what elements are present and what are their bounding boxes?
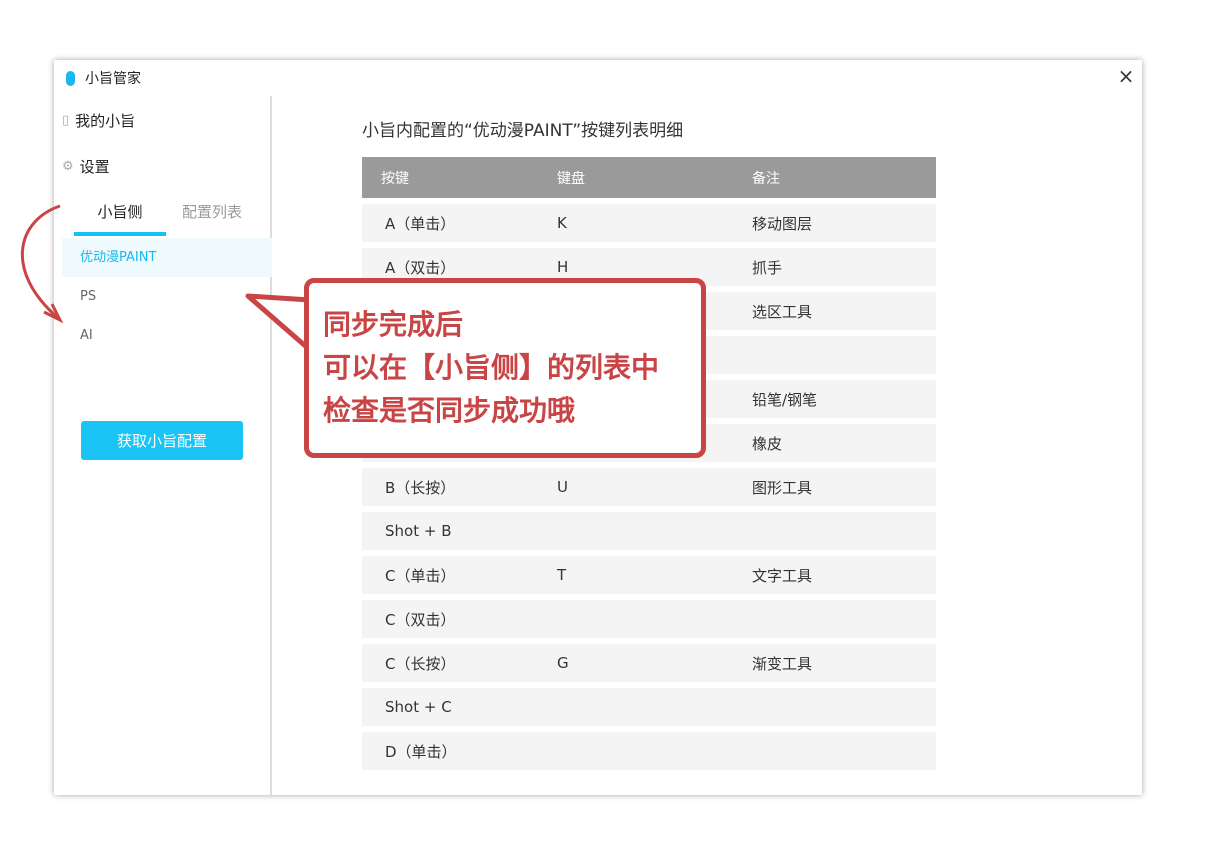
table-row: B（长按） U 图形工具 bbox=[362, 468, 936, 506]
list-item[interactable]: 优动漫PAINT bbox=[62, 238, 272, 277]
page-title: 小旨内配置的“优动漫PAINT”按键列表明细 bbox=[362, 121, 684, 141]
table-row: A（单击） K 移动图层 bbox=[362, 204, 936, 242]
table-cell: 文字工具 bbox=[752, 566, 813, 585]
callout-box: 同步完成后 可以在【小旨侧】的列表中 检查是否同步成功哦 bbox=[304, 278, 706, 458]
table-cell: 渐变工具 bbox=[752, 654, 813, 673]
curved-arrow-icon bbox=[20, 204, 64, 324]
nav-settings[interactable]: ⚙ 设置 bbox=[62, 156, 110, 177]
column-header: 键盘 bbox=[557, 170, 585, 187]
table-row: C（双击） bbox=[362, 600, 936, 638]
table-cell: H bbox=[557, 258, 569, 276]
table-cell: 选区工具 bbox=[752, 302, 813, 321]
table-cell: 移动图层 bbox=[752, 214, 813, 233]
sidebar: ▯ 我的小旨 ⚙ 设置 小旨侧 配置列表 优动漫PAINT PS AI 获取小旨配置 bbox=[54, 96, 272, 795]
key-table: 按键 键盘 备注 A（单击） K 移动图层 A（双击） H 抓手选区工具铅笔/钢笔橡皮 B（… bbox=[362, 157, 936, 770]
column-header: 备注 bbox=[752, 170, 780, 187]
table-cell: D（单击） bbox=[385, 742, 457, 761]
nav-my-device[interactable]: ▯ 我的小旨 bbox=[62, 110, 135, 131]
table-header: 按键 键盘 备注 bbox=[362, 157, 936, 198]
table-cell: C（单击） bbox=[385, 566, 456, 585]
close-button[interactable]: × bbox=[1114, 64, 1138, 88]
app-title: 小旨管家 bbox=[85, 71, 141, 87]
table-cell: A（双击） bbox=[385, 258, 456, 277]
gear-icon: ⚙ bbox=[62, 159, 74, 174]
tab-config-list[interactable]: 配置列表 bbox=[166, 201, 258, 236]
device-icon: ▯ bbox=[62, 113, 70, 128]
column-header: 按键 bbox=[381, 170, 409, 187]
app-logo-icon bbox=[66, 70, 75, 86]
table-cell: U bbox=[557, 478, 568, 496]
table-cell: 橡皮 bbox=[752, 434, 783, 453]
callout-line: 同步完成后 bbox=[323, 308, 464, 341]
table-cell: Shot + C bbox=[385, 698, 452, 716]
table-cell: Shot + B bbox=[385, 522, 452, 540]
table-cell: B（长按） bbox=[385, 478, 456, 497]
table-row: Shot + C bbox=[362, 688, 936, 726]
callout-line: 可以在【小旨侧】的列表中 bbox=[323, 351, 660, 384]
table-cell: G bbox=[557, 654, 569, 672]
table-cell: A（单击） bbox=[385, 214, 456, 233]
table-row: D（单击） bbox=[362, 732, 936, 770]
table-cell: K bbox=[557, 214, 567, 232]
nav-label: 我的小旨 bbox=[75, 112, 136, 130]
callout-line: 检查是否同步成功哦 bbox=[323, 394, 576, 427]
table-cell: 图形工具 bbox=[752, 478, 813, 497]
table-row: C（单击） T 文字工具 bbox=[362, 556, 936, 594]
fetch-config-button[interactable]: 获取小旨配置 bbox=[81, 421, 243, 460]
table-cell: T bbox=[557, 566, 567, 584]
table-cell: 铅笔/钢笔 bbox=[752, 390, 818, 409]
nav-label: 设置 bbox=[79, 158, 110, 176]
table-cell: C（双击） bbox=[385, 610, 456, 629]
title-bar: 小旨管家 bbox=[66, 68, 141, 88]
table-cell: 抓手 bbox=[752, 258, 783, 277]
table-cell: C（长按） bbox=[385, 654, 456, 673]
table-row: Shot + B bbox=[362, 512, 936, 550]
table-row: C（长按） G 渐变工具 bbox=[362, 644, 936, 682]
tab-device-side[interactable]: 小旨侧 bbox=[74, 201, 166, 236]
